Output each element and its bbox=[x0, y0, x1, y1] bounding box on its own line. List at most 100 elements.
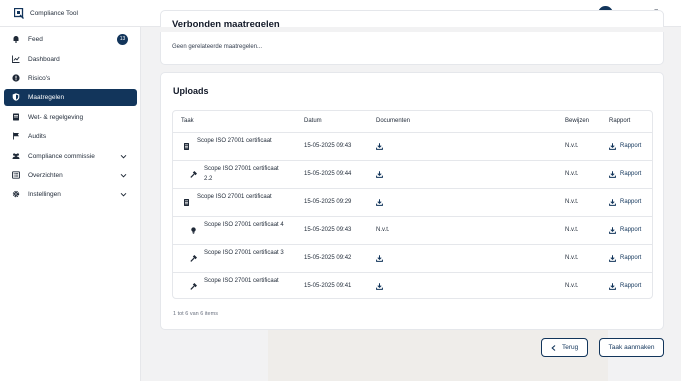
notification-badge: 13 bbox=[117, 34, 128, 45]
table-row[interactable]: Scope ISO 27001 certificaat 15-05-2025 0… bbox=[173, 189, 652, 217]
table-row[interactable]: Scope ISO 27001 certificaat 15-05-2025 0… bbox=[173, 273, 652, 298]
download-icon[interactable] bbox=[376, 143, 383, 150]
chevron-down-icon bbox=[120, 173, 127, 178]
uploads-title: Uploads bbox=[173, 86, 209, 96]
app-title: Compliance Tool bbox=[30, 10, 78, 17]
back-button-label: Terug bbox=[562, 344, 579, 351]
upload-date: 15-05-2025 09:29 bbox=[304, 199, 352, 205]
task-name: Scope ISO 27001 certificaat 4 bbox=[204, 222, 284, 228]
sidebar-item-dashboard[interactable]: Dashboard bbox=[4, 51, 137, 68]
column-header-rapport[interactable]: Rapport bbox=[609, 118, 630, 124]
hammer-icon bbox=[190, 255, 197, 262]
related-measures-empty-text: Geen gerelateerde maatregelen... bbox=[172, 44, 263, 50]
evidence-value: N.v.t. bbox=[565, 227, 579, 233]
sidebar-item-instellingen[interactable]: Instellingen bbox=[4, 186, 137, 203]
upload-date: 15-05-2025 09:43 bbox=[304, 143, 352, 149]
upload-date: 15-05-2025 09:44 bbox=[304, 171, 352, 177]
sidebar-item-label: Overzichten bbox=[28, 171, 63, 179]
table-row[interactable]: Scope ISO 27001 certificaat 2.2 15-05-20… bbox=[173, 161, 652, 189]
sidebar-item-overzichten[interactable]: Overzichten bbox=[4, 167, 137, 184]
report-link-label: Rapport bbox=[620, 199, 642, 205]
download-icon[interactable] bbox=[376, 255, 383, 262]
uploads-table: Taak Datum Documenten Bewijzen Rapport S… bbox=[172, 110, 653, 299]
download-icon[interactable] bbox=[376, 171, 383, 178]
download-icon[interactable] bbox=[376, 283, 383, 290]
report-link-label: Rapport bbox=[620, 227, 642, 233]
report-link-label: Rapport bbox=[620, 255, 642, 261]
sidebar-item-feed[interactable]: Feed 13 bbox=[4, 31, 137, 48]
sidebar-item-label: Compliance commissie bbox=[28, 152, 95, 160]
sidebar-item-label: Wet- & regelgeving bbox=[28, 113, 84, 121]
evidence-value: N.v.t. bbox=[565, 255, 579, 261]
sidebar-item-risicos[interactable]: Risico's bbox=[4, 70, 137, 87]
related-measures-card: Verbonden maatregelen Geen gerelateerde … bbox=[160, 10, 664, 65]
chevron-down-icon bbox=[120, 192, 127, 197]
report-link-label: Rapport bbox=[620, 171, 642, 177]
hammer-icon bbox=[190, 171, 197, 178]
sidebar-item-label: Dashboard bbox=[28, 55, 60, 63]
lightbulb-icon bbox=[191, 227, 196, 234]
task-name: Scope ISO 27001 certificaat bbox=[197, 194, 272, 200]
table-row[interactable]: Scope ISO 27001 certificaat 3 15-05-2025… bbox=[173, 245, 652, 273]
column-header-documenten[interactable]: Documenten bbox=[376, 118, 410, 124]
flag-icon bbox=[13, 132, 19, 140]
download-icon bbox=[609, 227, 616, 234]
chevron-down-icon bbox=[120, 154, 127, 159]
download-icon bbox=[609, 143, 616, 150]
upload-date: 15-05-2025 09:42 bbox=[304, 255, 352, 261]
upload-date: 15-05-2025 09:43 bbox=[304, 227, 352, 233]
pagination-info: 1 tot 6 van 6 items bbox=[173, 311, 218, 317]
download-icon bbox=[609, 283, 616, 290]
column-header-bewijzen[interactable]: Bewijzen bbox=[565, 118, 589, 124]
task-name: Scope ISO 27001 certificaat 2.2 bbox=[204, 166, 279, 182]
sidebar-item-label: Feed bbox=[28, 35, 43, 43]
gear-icon bbox=[12, 190, 20, 198]
list-icon bbox=[12, 171, 20, 179]
download-icon bbox=[609, 255, 616, 262]
report-link-label: Rapport bbox=[620, 143, 642, 149]
document-icon bbox=[184, 143, 189, 150]
document-icon bbox=[184, 199, 189, 206]
upload-date: 15-05-2025 09:41 bbox=[304, 283, 352, 289]
alert-icon bbox=[12, 74, 20, 82]
download-icon bbox=[609, 199, 616, 206]
chevron-left-icon bbox=[551, 345, 556, 351]
column-header-taak[interactable]: Taak bbox=[181, 118, 194, 124]
sidebar-item-label: Audits bbox=[28, 132, 47, 140]
create-task-button-label: Taak aanmaken bbox=[608, 344, 655, 351]
download-icon bbox=[609, 171, 616, 178]
chart-icon bbox=[12, 55, 20, 63]
documents-value: N.v.t. bbox=[376, 227, 390, 233]
sidebar-item-maatregelen[interactable]: Maatregelen bbox=[4, 89, 137, 106]
group-icon bbox=[12, 153, 20, 159]
evidence-value: N.v.t. bbox=[565, 171, 579, 177]
column-header-datum[interactable]: Datum bbox=[304, 118, 322, 124]
task-name: Scope ISO 27001 certificaat 3 bbox=[204, 250, 284, 256]
scroll-mask bbox=[141, 27, 681, 32]
sidebar-item-wet-regelgeving[interactable]: Wet- & regelgeving bbox=[4, 109, 137, 126]
download-icon[interactable] bbox=[376, 199, 383, 206]
evidence-value: N.v.t. bbox=[565, 199, 579, 205]
sidebar: Feed 13 Dashboard Risico's Maatregelen W… bbox=[0, 27, 141, 381]
sidebar-item-audits[interactable]: Audits bbox=[4, 128, 137, 145]
app-logo-icon bbox=[14, 8, 24, 19]
hammer-icon bbox=[190, 283, 197, 290]
create-task-button[interactable]: Taak aanmaken bbox=[599, 338, 664, 357]
sidebar-item-label: Maatregelen bbox=[28, 93, 65, 101]
shield-icon bbox=[12, 93, 20, 101]
report-link-label: Rapport bbox=[620, 283, 642, 289]
task-name: Scope ISO 27001 certificaat bbox=[197, 138, 272, 144]
sidebar-item-label: Instellingen bbox=[28, 190, 61, 198]
back-button[interactable]: Terug bbox=[541, 338, 588, 357]
sidebar-item-label: Risico's bbox=[28, 74, 51, 82]
bell-icon bbox=[13, 36, 19, 43]
task-name: Scope ISO 27001 certificaat bbox=[204, 278, 279, 284]
table-header: Taak Datum Documenten Bewijzen Rapport bbox=[173, 111, 652, 133]
evidence-value: N.v.t. bbox=[565, 283, 579, 289]
table-row[interactable]: Scope ISO 27001 certificaat 4 15-05-2025… bbox=[173, 217, 652, 245]
table-row[interactable]: Scope ISO 27001 certificaat 15-05-2025 0… bbox=[173, 133, 652, 161]
sidebar-item-compliance-commissie[interactable]: Compliance commissie bbox=[4, 148, 137, 165]
evidence-value: N.v.t. bbox=[565, 143, 579, 149]
uploads-card: Uploads Taak Datum Documenten Bewijzen R… bbox=[160, 72, 664, 330]
book-icon bbox=[13, 113, 19, 121]
